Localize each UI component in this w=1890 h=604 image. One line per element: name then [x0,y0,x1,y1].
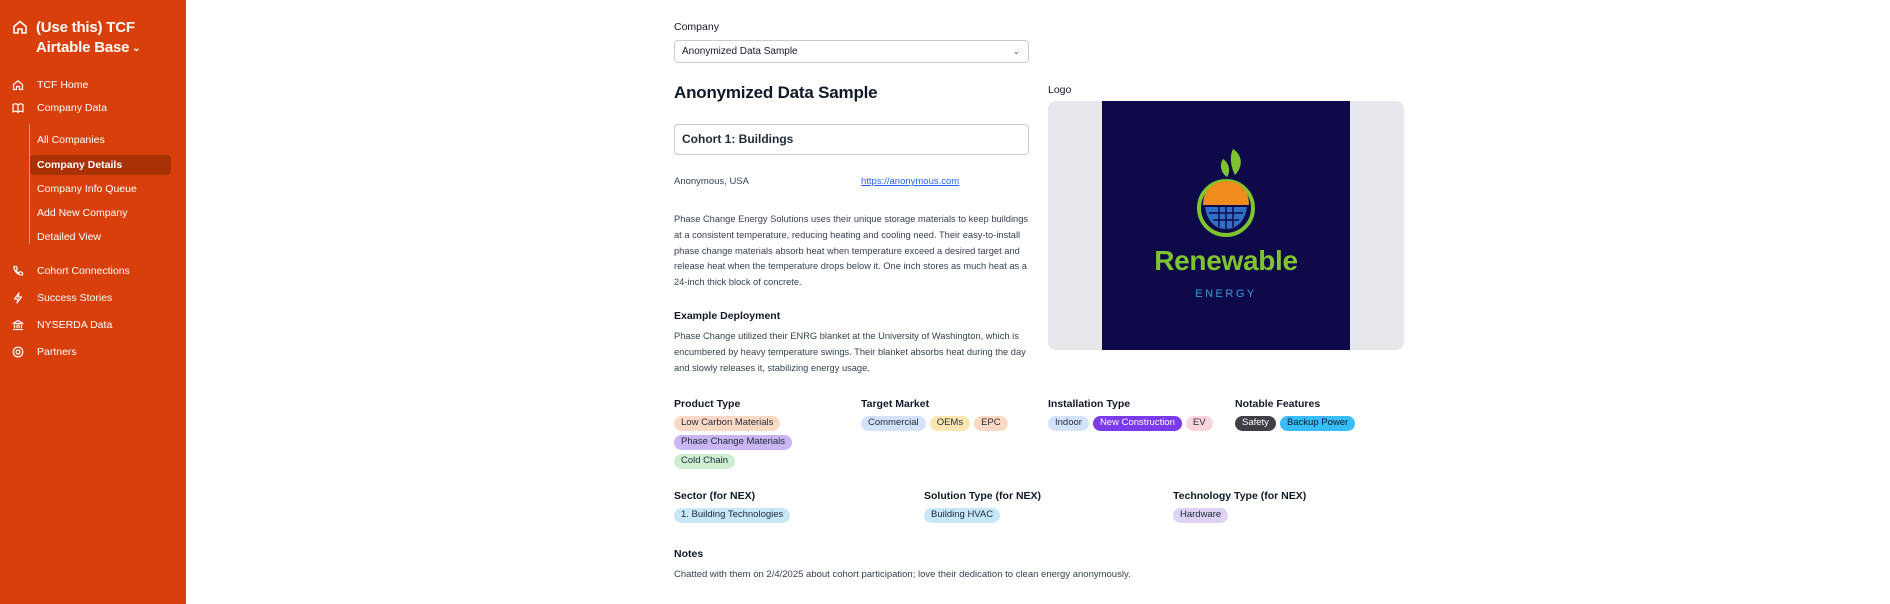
sun-leaf-icon [1197,149,1255,237]
product-type-field: Product Type Low Carbon Materials Phase … [674,398,854,469]
sidebar-item-label: Partners [37,346,77,358]
target-market-field: Target Market Commercial OEMs EPC [861,398,1041,431]
technology-type-label: Technology Type (for NEX) [1173,490,1307,502]
solution-type-label: Solution Type (for NEX) [924,490,1042,502]
tag: Indoor [1048,416,1089,431]
logo-label: Logo [1048,84,1072,96]
company-description: Phase Change Energy Solutions uses their… [674,214,1029,288]
installation-type-tags: Indoor New Construction EV [1048,416,1228,431]
tag: Hardware [1173,508,1229,523]
sidebar-item-label: Company Data [37,102,108,114]
tag: Cold Chain [674,454,735,469]
brand[interactable]: (Use this) TCF Airtable Base ⌄ [12,18,156,59]
company-label: Company [674,21,719,33]
notes-text: Chatted with them on 2/4/2025 about coho… [674,569,1131,580]
lightning-icon [12,292,24,304]
example-deployment-text: Phase Change utilized their ENRG blanket… [674,331,1026,373]
notable-features-label: Notable Features [1235,398,1321,410]
solution-type-field: Solution Type (for NEX) Building HVAC [924,490,1164,523]
sidebar-item-success-stories[interactable]: Success Stories [12,289,112,307]
sidebar-item-nyserda-data[interactable]: NYSERDA Data [12,316,112,334]
installation-type-label: Installation Type [1048,398,1131,410]
main-content: Company Anonymized Data Sample ⌄ Anonymi… [674,0,1434,604]
sidebar-subitem-all-companies[interactable]: All Companies [30,130,171,150]
tag: EV [1185,416,1213,431]
chevron-down-icon: ⌄ [1012,46,1020,56]
home-icon [12,79,24,91]
chevron-down-icon[interactable]: ⌄ [132,39,140,59]
target-market-label: Target Market [861,398,930,410]
sector-field: Sector (for NEX) 1. Building Technologie… [674,490,914,523]
tag: Backup Power [1279,416,1356,431]
product-type-label: Product Type [674,398,741,410]
sidebar-subitem-company-info-queue[interactable]: Company Info Queue [30,179,171,199]
installation-type-field: Installation Type Indoor New Constructio… [1048,398,1228,431]
cohort-field: Cohort 1: Buildings [674,124,1029,155]
sidebar-item-label: TCF Home [37,79,89,91]
sector-label: Sector (for NEX) [674,490,756,502]
bank-icon [12,319,24,331]
tag: New Construction [1092,416,1182,431]
target-market-tags: Commercial OEMs EPC [861,416,1041,431]
tag: Safety [1235,416,1276,431]
sidebar-subitem-company-details[interactable]: Company Details [30,155,171,175]
example-deployment-label: Example Deployment [674,310,781,322]
solution-type-tags: Building HVAC [924,508,1164,523]
sidebar-item-label: NYSERDA Data [37,319,113,331]
product-type-tags: Low Carbon Materials Phase Change Materi… [674,416,854,469]
page-title: Anonymized Data Sample [674,83,878,102]
tag: Building HVAC [924,508,1001,523]
sidebar-item-partners[interactable]: Partners [12,343,77,361]
notable-features-field: Notable Features Safety Backup Power [1235,398,1415,431]
sidebar-item-cohort-connections[interactable]: Cohort Connections [12,262,130,280]
notable-features-tags: Safety Backup Power [1235,416,1415,431]
logo-wordmark: Renewable [1154,245,1298,276]
sidebar-subitem-add-new-company[interactable]: Add New Company [30,203,171,223]
website-link[interactable]: https://anonymous.com [861,176,959,187]
phone-icon [12,265,24,277]
home-icon [13,20,27,34]
tag: EPC [974,416,1008,431]
sidebar-item-tcf-home[interactable]: TCF Home [12,76,88,94]
brand-title: (Use this) TCF Airtable Base [36,19,135,56]
technology-type-tags: Hardware [1173,508,1413,523]
company-select[interactable]: Anonymized Data Sample ⌄ [674,40,1029,63]
tag: Phase Change Materials [674,435,793,450]
tag: OEMs [929,416,971,431]
company-select-value: Anonymized Data Sample [682,46,798,57]
sidebar-item-label: Cohort Connections [37,265,130,277]
logo-container: Renewable ENERGY [1048,101,1404,350]
sidebar-item-label: Success Stories [37,292,113,304]
tag: 1. Building Technologies [674,508,791,523]
notes-label: Notes [674,548,704,560]
logo-subtext: ENERGY [1195,288,1257,300]
tag: Commercial [861,416,926,431]
sidebar-subitem-detailed-view[interactable]: Detailed View [30,227,171,247]
target-icon [12,346,24,358]
tag: Low Carbon Materials [674,416,781,431]
sidebar: (Use this) TCF Airtable Base ⌄ TCF Home C… [0,0,186,604]
sector-tags: 1. Building Technologies [674,508,914,523]
logo-image: Renewable ENERGY [1102,101,1350,350]
book-icon [12,102,24,114]
technology-type-field: Technology Type (for NEX) Hardware [1173,490,1413,523]
sidebar-item-company-data[interactable]: Company Data [12,99,107,117]
location: Anonymous, USA [674,176,749,187]
